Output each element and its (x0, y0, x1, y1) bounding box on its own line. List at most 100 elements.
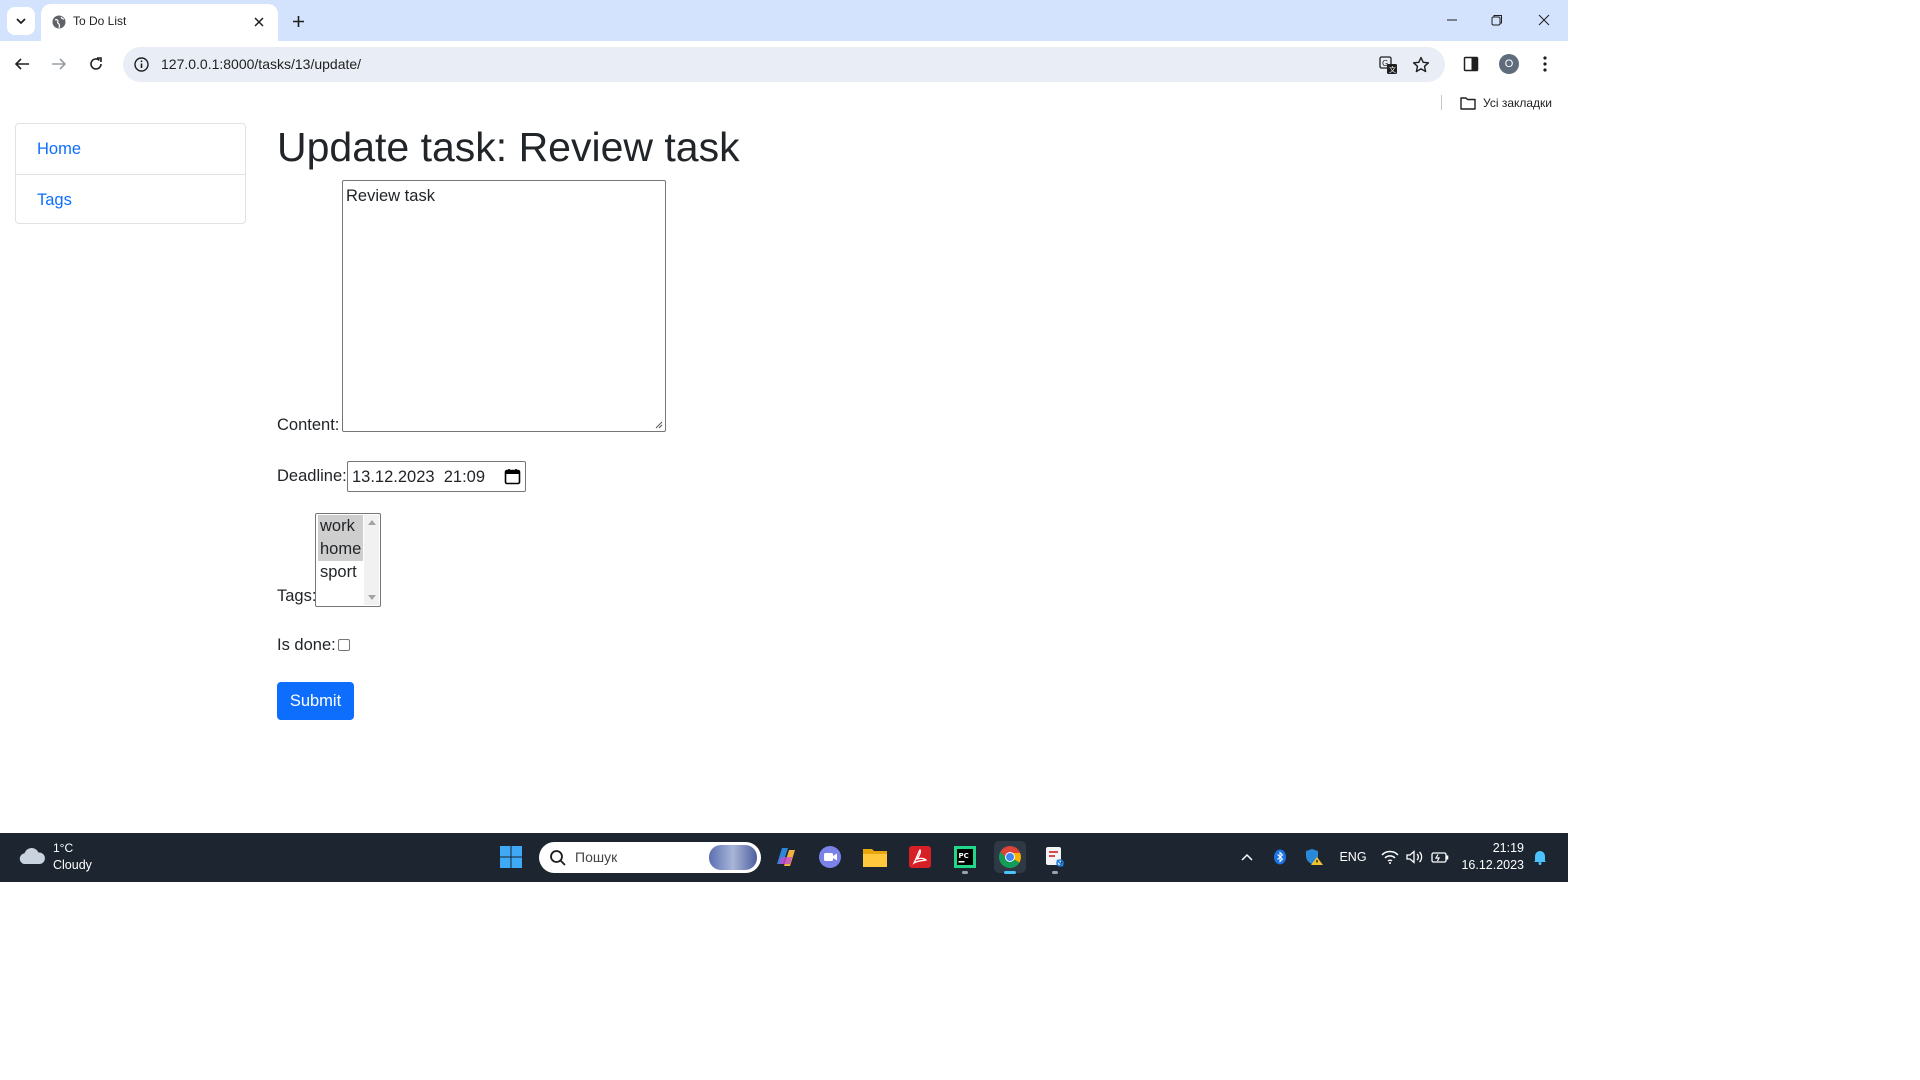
folder-icon (1460, 96, 1476, 110)
copilot-app[interactable] (770, 841, 802, 873)
tab-close-button[interactable] (250, 13, 268, 31)
bluetooth-tray-button[interactable] (1271, 847, 1289, 867)
show-hidden-icons-button[interactable] (1237, 847, 1257, 867)
chevron-up-icon (1241, 853, 1253, 861)
running-indicator (962, 871, 968, 874)
weather-temperature[interactable]: 1°C (53, 841, 73, 855)
content-textarea[interactable]: Review task (342, 180, 666, 432)
pycharm-app[interactable]: PC (949, 841, 981, 874)
star-icon (1412, 56, 1430, 73)
chrome-icon (999, 846, 1021, 868)
language-indicator[interactable]: ENG (1338, 847, 1368, 867)
menu-button[interactable] (1533, 52, 1557, 76)
tags-multiselect[interactable]: work home sport (315, 513, 381, 607)
sidebar-nav: Home Tags (15, 123, 246, 224)
reload-icon (90, 57, 102, 70)
plus-icon (292, 15, 304, 27)
forward-button[interactable] (46, 51, 72, 77)
deadline-input[interactable]: 13.12.2023 21:09 (347, 461, 526, 492)
video-chat-icon (819, 846, 841, 868)
new-tab-button[interactable] (286, 9, 310, 33)
all-bookmarks-button[interactable]: Усі закладки (1460, 94, 1552, 111)
svg-text:文: 文 (1389, 65, 1396, 74)
search-placeholder: Пошук (575, 849, 618, 865)
search-icon (550, 850, 566, 866)
taskbar-search[interactable]: Пошук (539, 842, 761, 873)
side-panel-icon (1463, 56, 1479, 72)
volume-tray-button[interactable] (1405, 847, 1425, 867)
clock-time[interactable]: 21:19 (1466, 841, 1524, 855)
tags-scrollbar[interactable] (364, 515, 379, 605)
snipping-tool-app[interactable] (1039, 841, 1071, 874)
globe-icon (52, 15, 66, 29)
more-vertical-icon (1543, 56, 1547, 72)
browser-tabstrip: To Do List (0, 0, 1568, 41)
arrow-right-icon (52, 58, 67, 70)
content-label: Content: (277, 416, 340, 434)
pycharm-icon: PC (954, 846, 976, 868)
tab-title: To Do List (73, 14, 127, 28)
bluetooth-icon (1274, 849, 1286, 865)
bell-icon (1534, 851, 1546, 865)
start-button[interactable] (495, 841, 527, 873)
calendar-icon[interactable] (504, 468, 521, 485)
resize-grip-icon[interactable] (654, 420, 663, 429)
deadline-label: Deadline: (277, 467, 347, 485)
chrome-app[interactable] (994, 841, 1026, 874)
folder-icon (863, 849, 887, 867)
close-window-button[interactable] (1529, 6, 1559, 34)
bookmark-star-button[interactable] (1410, 54, 1432, 76)
active-indicator (1004, 871, 1016, 874)
close-icon (1538, 14, 1550, 26)
address-bar[interactable]: 127.0.0.1:8000/tasks/13/update/ G文 (123, 47, 1445, 82)
teams-app[interactable] (814, 841, 846, 873)
wifi-tray-button[interactable] (1380, 847, 1400, 867)
tags-label: Tags: (277, 587, 317, 605)
file-explorer-app[interactable] (859, 841, 891, 873)
search-highlight-image (709, 845, 757, 870)
submit-button[interactable]: Submit (277, 682, 354, 720)
cloud-icon[interactable] (17, 845, 47, 867)
profile-avatar[interactable]: O (1499, 54, 1519, 74)
sidebar-item-home[interactable]: Home (16, 124, 245, 174)
shield-warning-icon (1306, 849, 1323, 865)
windows-logo-icon (500, 846, 522, 868)
battery-tray-button[interactable] (1430, 847, 1450, 867)
site-info-button[interactable] (132, 55, 150, 73)
wifi-icon (1381, 850, 1399, 864)
bookmarks-separator (1441, 95, 1442, 110)
scroll-up-arrow-icon[interactable] (368, 520, 376, 525)
deadline-value: 13.12.2023 21:09 (352, 468, 486, 486)
page-title: Update task: Review task (277, 124, 740, 170)
close-icon (254, 17, 264, 27)
chevron-down-icon (16, 18, 26, 25)
tag-option-work[interactable]: work (318, 515, 363, 538)
snipping-tool-icon (1046, 847, 1064, 867)
restore-button[interactable] (1482, 6, 1512, 34)
copilot-icon (777, 848, 795, 866)
minimize-button[interactable] (1437, 6, 1467, 34)
url-text: 127.0.0.1:8000/tasks/13/update/ (161, 56, 362, 72)
clock-date[interactable]: 16.12.2023 (1456, 858, 1524, 872)
pdf-reader-app[interactable] (904, 841, 936, 873)
is-done-label: Is done: (277, 636, 336, 654)
content-value: Review task (346, 187, 435, 205)
is-done-checkbox[interactable] (338, 639, 350, 651)
windows-taskbar: 1°C Cloudy Пошук PC ENG 21:19 16.12.2023 (0, 833, 1568, 882)
notifications-button[interactable] (1530, 847, 1550, 867)
side-panel-button[interactable] (1459, 52, 1483, 76)
running-indicator (1052, 871, 1058, 874)
weather-description[interactable]: Cloudy (53, 858, 92, 872)
sidebar-item-tags[interactable]: Tags (16, 174, 245, 224)
reload-button[interactable] (83, 51, 109, 77)
tag-option-sport[interactable]: sport (318, 561, 363, 584)
tag-option-home[interactable]: home (318, 538, 363, 561)
scroll-down-arrow-icon[interactable] (368, 595, 376, 600)
back-button[interactable] (9, 51, 35, 77)
tab-search-button[interactable] (7, 7, 35, 35)
volume-icon (1406, 850, 1423, 864)
translate-button[interactable]: G文 (1377, 54, 1399, 76)
browser-tab[interactable]: To Do List (41, 4, 278, 41)
battery-icon (1431, 852, 1449, 863)
security-tray-button[interactable] (1303, 847, 1325, 867)
